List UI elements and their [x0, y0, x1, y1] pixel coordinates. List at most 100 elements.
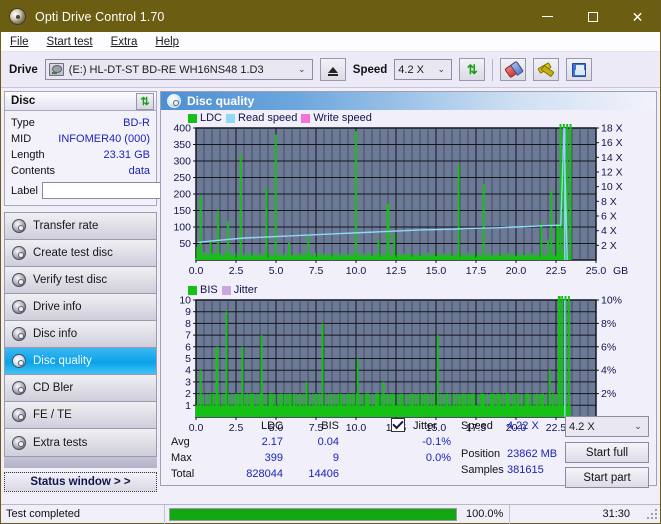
- sidebar-item-extra-tests[interactable]: Extra tests: [5, 429, 156, 456]
- resize-grip-icon[interactable]: [646, 508, 658, 520]
- disc-icon: [12, 219, 26, 233]
- drive-label: Drive: [9, 64, 38, 76]
- sidebar-item-create-test-disc[interactable]: Create test disc: [5, 240, 156, 267]
- svg-text:5.0: 5.0: [269, 265, 284, 277]
- menu-item-extra[interactable]: Extra: [111, 36, 138, 48]
- disc-icon: [12, 300, 26, 314]
- legend-item-read-speed: Read speed: [226, 112, 297, 124]
- save-icon: [572, 63, 586, 77]
- sidebar-item-label: Create test disc: [33, 247, 113, 259]
- disc-icon: [167, 94, 181, 108]
- result-speed-select[interactable]: 4.2 X ⌄: [565, 416, 649, 437]
- svg-text:12.5: 12.5: [386, 265, 407, 277]
- eject-button[interactable]: [320, 58, 346, 81]
- legend-swatch-write-speed: [301, 114, 310, 123]
- svg-text:0.0: 0.0: [189, 422, 204, 434]
- jitter-label: Jitter: [413, 420, 437, 432]
- disc-row-contents: Contents data: [11, 163, 150, 179]
- sidebar-item-disc-info[interactable]: Disc info: [5, 321, 156, 348]
- ldc-read-speed-chart: 4003503002502001501005018 X16 X14 X12 X1…: [161, 124, 659, 294]
- stats-jitter-avg: -0.1%: [389, 436, 451, 448]
- legend-label-jitter: Jitter: [234, 284, 258, 296]
- svg-text:12 X: 12 X: [601, 167, 623, 179]
- speed-select[interactable]: 4.2 X ⌄: [394, 59, 452, 80]
- erase-button[interactable]: [500, 58, 526, 81]
- window-controls: ✕: [525, 1, 660, 32]
- svg-text:14 X: 14 X: [601, 152, 623, 164]
- start-part-button[interactable]: Start part: [565, 467, 649, 488]
- sidebar-item-drive-info[interactable]: Drive info: [5, 294, 156, 321]
- svg-text:8%: 8%: [601, 318, 616, 330]
- disc-contents-label: Contents: [11, 165, 55, 177]
- close-icon: ✕: [632, 10, 644, 24]
- speed-stat-value: 4.22 X: [507, 420, 555, 432]
- refresh-icon: ⇅: [467, 62, 478, 78]
- disc-type-value: BD-R: [123, 117, 150, 129]
- svg-text:2 X: 2 X: [601, 240, 617, 252]
- disc-mid-value: INFOMER40 (000): [58, 133, 150, 145]
- status-divider: [164, 505, 165, 524]
- speed-stat-label: Speed: [461, 420, 493, 432]
- disc-icon: [12, 436, 26, 450]
- sidebar-item-transfer-rate[interactable]: Transfer rate: [5, 213, 156, 240]
- speed-select-value: 4.2 X: [398, 64, 424, 76]
- panel-header: Disc quality: [161, 92, 656, 110]
- stats-row-label-avg: Avg: [171, 436, 190, 448]
- sidebar-item-label: CD Bler: [33, 382, 73, 394]
- chevron-down-icon: ⌄: [630, 421, 646, 432]
- svg-text:22.5: 22.5: [546, 265, 567, 277]
- menu-item-help[interactable]: Help: [155, 36, 179, 48]
- disc-icon: [12, 381, 26, 395]
- svg-text:20.0: 20.0: [506, 265, 527, 277]
- svg-text:25.0: 25.0: [586, 265, 607, 277]
- stats-ldc-max: 399: [221, 452, 283, 464]
- disc-row-mid: MID INFOMER40 (000): [11, 131, 150, 147]
- disc-label-label: Label: [11, 185, 38, 197]
- maximize-button[interactable]: [570, 1, 615, 32]
- app-window: Opti Drive Control 1.70 ✕ File Start tes…: [0, 0, 661, 524]
- menu-item-start-test[interactable]: Start test: [47, 36, 93, 48]
- elapsed-time: 31:30: [510, 505, 635, 524]
- legend-swatch-bis: [188, 286, 197, 295]
- refresh-icon: ⇅: [140, 95, 149, 108]
- status-bar: Test completed 100.0% 31:30: [1, 504, 660, 523]
- tools-button[interactable]: [533, 58, 559, 81]
- disc-row-length: Length 23.31 GB: [11, 147, 150, 163]
- sidebar-item-fe-te[interactable]: FE / TE: [5, 402, 156, 429]
- svg-text:10: 10: [179, 296, 191, 307]
- svg-text:350: 350: [173, 139, 191, 151]
- sidebar-item-verify-test-disc[interactable]: Verify test disc: [5, 267, 156, 294]
- save-button[interactable]: [566, 58, 592, 81]
- minimize-button[interactable]: [525, 1, 570, 32]
- menu-item-file[interactable]: File: [10, 36, 29, 48]
- drive-toolbar: Drive (E:) HL-DT-ST BD-RE WH16NS48 1.D3 …: [1, 52, 660, 88]
- drive-select[interactable]: (E:) HL-DT-ST BD-RE WH16NS48 1.D3 ⌄: [45, 59, 313, 80]
- svg-text:400: 400: [173, 124, 191, 135]
- legend-label-write-speed: Write speed: [313, 112, 372, 124]
- position-stat-value: 23862 MB: [507, 448, 567, 460]
- stats-col-header-bis: BIS: [295, 420, 339, 432]
- svg-text:8: 8: [185, 318, 191, 330]
- disc-refresh-button[interactable]: ⇅: [136, 93, 154, 110]
- svg-text:100: 100: [173, 222, 191, 234]
- chevron-down-icon: ⌄: [294, 64, 310, 75]
- start-full-button[interactable]: Start full: [565, 442, 649, 463]
- refresh-button[interactable]: ⇅: [459, 58, 485, 81]
- sidebar-item-label: FE / TE: [33, 409, 72, 421]
- status-window-button[interactable]: Status window > >: [4, 472, 157, 492]
- jitter-checkbox[interactable]: [391, 418, 405, 432]
- legend-item-jitter: Jitter: [222, 284, 258, 296]
- svg-text:2: 2: [185, 388, 191, 400]
- legend-item-ldc: LDC: [188, 112, 222, 124]
- sidebar-item-cd-bler[interactable]: CD Bler: [5, 375, 156, 402]
- disc-length-value: 23.31 GB: [104, 149, 150, 161]
- svg-text:17.5: 17.5: [466, 265, 487, 277]
- legend-item-bis: BIS: [188, 284, 218, 296]
- legend-label-ldc: LDC: [200, 112, 222, 124]
- sidebar-item-disc-quality[interactable]: Disc quality: [5, 348, 156, 375]
- svg-text:2%: 2%: [601, 388, 616, 400]
- close-button[interactable]: ✕: [615, 1, 660, 32]
- eject-icon: [328, 67, 338, 73]
- disc-length-label: Length: [11, 149, 45, 161]
- stats-ldc-avg: 2.17: [221, 436, 283, 448]
